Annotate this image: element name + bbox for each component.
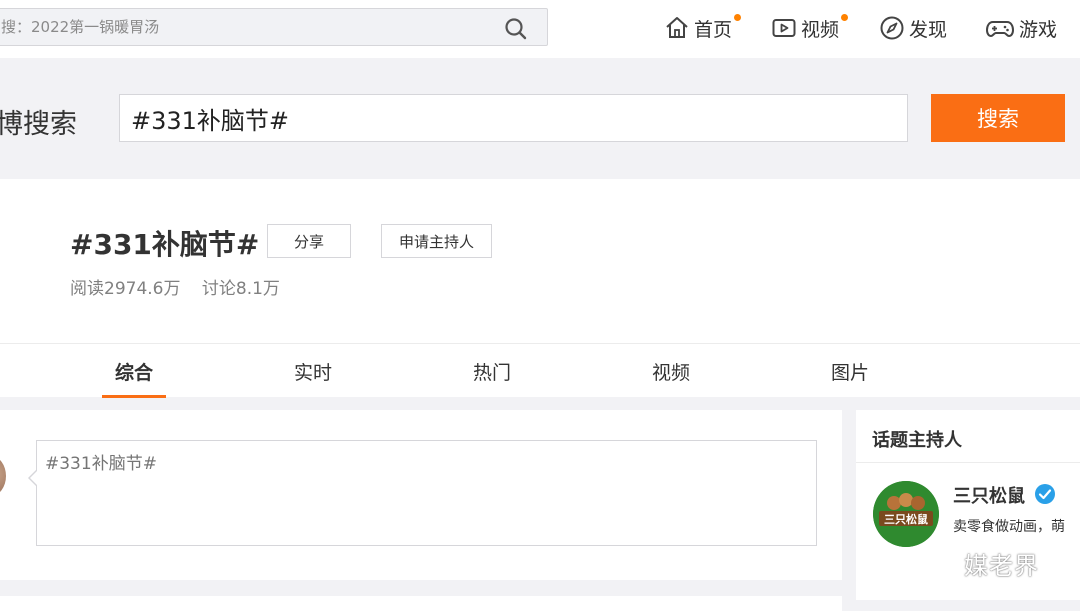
apply-host-button[interactable]: 申请主持人 <box>381 224 492 258</box>
nav-games-label: 游戏 <box>1019 18 1058 41</box>
watermark: 媒老界 <box>918 546 1039 581</box>
tab-comprehensive[interactable]: 综合 <box>115 358 153 385</box>
nav-video[interactable]: 视频 <box>771 12 848 44</box>
composer-pointer-fill <box>30 471 37 485</box>
host-avatar[interactable]: 三只松鼠 <box>873 481 939 547</box>
top-search-input[interactable] <box>0 9 495 45</box>
main-search-box <box>119 94 908 142</box>
active-tab-indicator <box>102 395 166 398</box>
wechat-icon <box>920 549 955 576</box>
search-page-title: 博搜索 <box>0 109 77 140</box>
host-logo-text: 三只松鼠 <box>884 512 928 526</box>
host-logo: 三只松鼠 <box>873 481 939 547</box>
verified-icon <box>1035 484 1055 504</box>
home-icon <box>666 17 688 38</box>
nav-discover-label: 发现 <box>909 18 948 41</box>
tab-hot[interactable]: 热门 <box>473 358 511 385</box>
post-input[interactable] <box>37 441 816 545</box>
top-navigation-bar: 首页 视频 发现 游戏 <box>0 0 1080 58</box>
search-icon[interactable] <box>503 16 529 42</box>
tab-realtime[interactable]: 实时 <box>294 358 332 385</box>
nav-games[interactable]: 游戏 <box>985 12 1057 44</box>
compass-icon <box>880 16 904 40</box>
top-search-box <box>0 8 548 46</box>
nav-home-dot <box>734 14 741 21</box>
post-composer <box>36 440 817 546</box>
watermark-text: 媒老界 <box>964 552 1039 580</box>
host-divider <box>856 462 1080 463</box>
tab-images[interactable]: 图片 <box>831 358 869 385</box>
host-name[interactable]: 三只松鼠 <box>953 482 1025 508</box>
tabs-divider <box>0 343 1080 344</box>
topic-title: #331补脑节# <box>70 228 260 261</box>
search-button[interactable]: 搜索 <box>931 94 1065 142</box>
feed-card <box>0 596 842 611</box>
tab-video[interactable]: 视频 <box>652 358 690 385</box>
nav-discover[interactable]: 发现 <box>879 12 947 44</box>
topic-stats: 阅读2974.6万 讨论8.1万 <box>70 274 296 299</box>
video-icon <box>772 19 796 37</box>
nav-home[interactable]: 首页 <box>664 12 741 44</box>
gamepad-icon <box>985 21 1015 38</box>
host-description: 卖零食做动画，萌 <box>953 519 1065 535</box>
host-section-title: 话题主持人 <box>872 430 962 451</box>
nav-video-label: 视频 <box>801 18 840 41</box>
share-button[interactable]: 分享 <box>267 224 351 258</box>
main-search-input[interactable] <box>120 95 907 141</box>
discussion-count: 讨论8.1万 <box>201 279 280 299</box>
read-count: 阅读2974.6万 <box>70 279 181 299</box>
nav-video-dot <box>841 14 848 21</box>
nav-home-label: 首页 <box>694 18 733 41</box>
